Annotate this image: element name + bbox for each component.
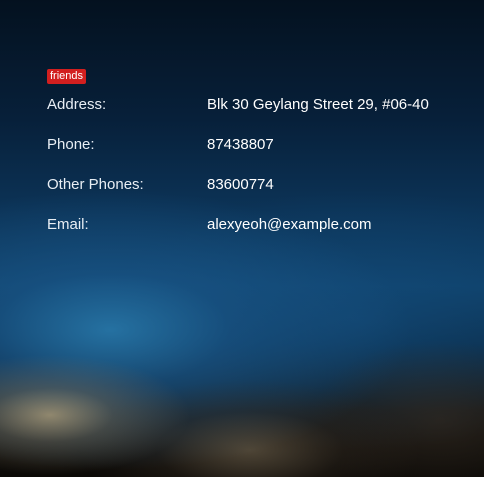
phone-value: 87438807 — [207, 136, 274, 153]
address-label: Address: — [47, 96, 107, 113]
phone-label: Phone: — [47, 136, 95, 153]
detail-row-email: Email: alexyeoh@example.com — [47, 215, 477, 235]
email-label: Email: — [47, 216, 89, 233]
person-detail-panel: friends Address: Blk 30 Geylang Street 2… — [0, 0, 484, 477]
detail-row-address: Address: Blk 30 Geylang Street 29, #06-4… — [47, 95, 477, 115]
other-phones-label: Other Phones: — [47, 176, 144, 193]
email-value: alexyeoh@example.com — [207, 216, 372, 233]
address-value: Blk 30 Geylang Street 29, #06-40 — [207, 96, 429, 113]
tag-badge-friends: friends — [47, 69, 87, 84]
other-phones-value: 83600774 — [207, 176, 274, 193]
detail-row-other-phones: Other Phones: 83600774 — [47, 175, 477, 195]
detail-row-phone: Phone: 87438807 — [47, 135, 477, 155]
